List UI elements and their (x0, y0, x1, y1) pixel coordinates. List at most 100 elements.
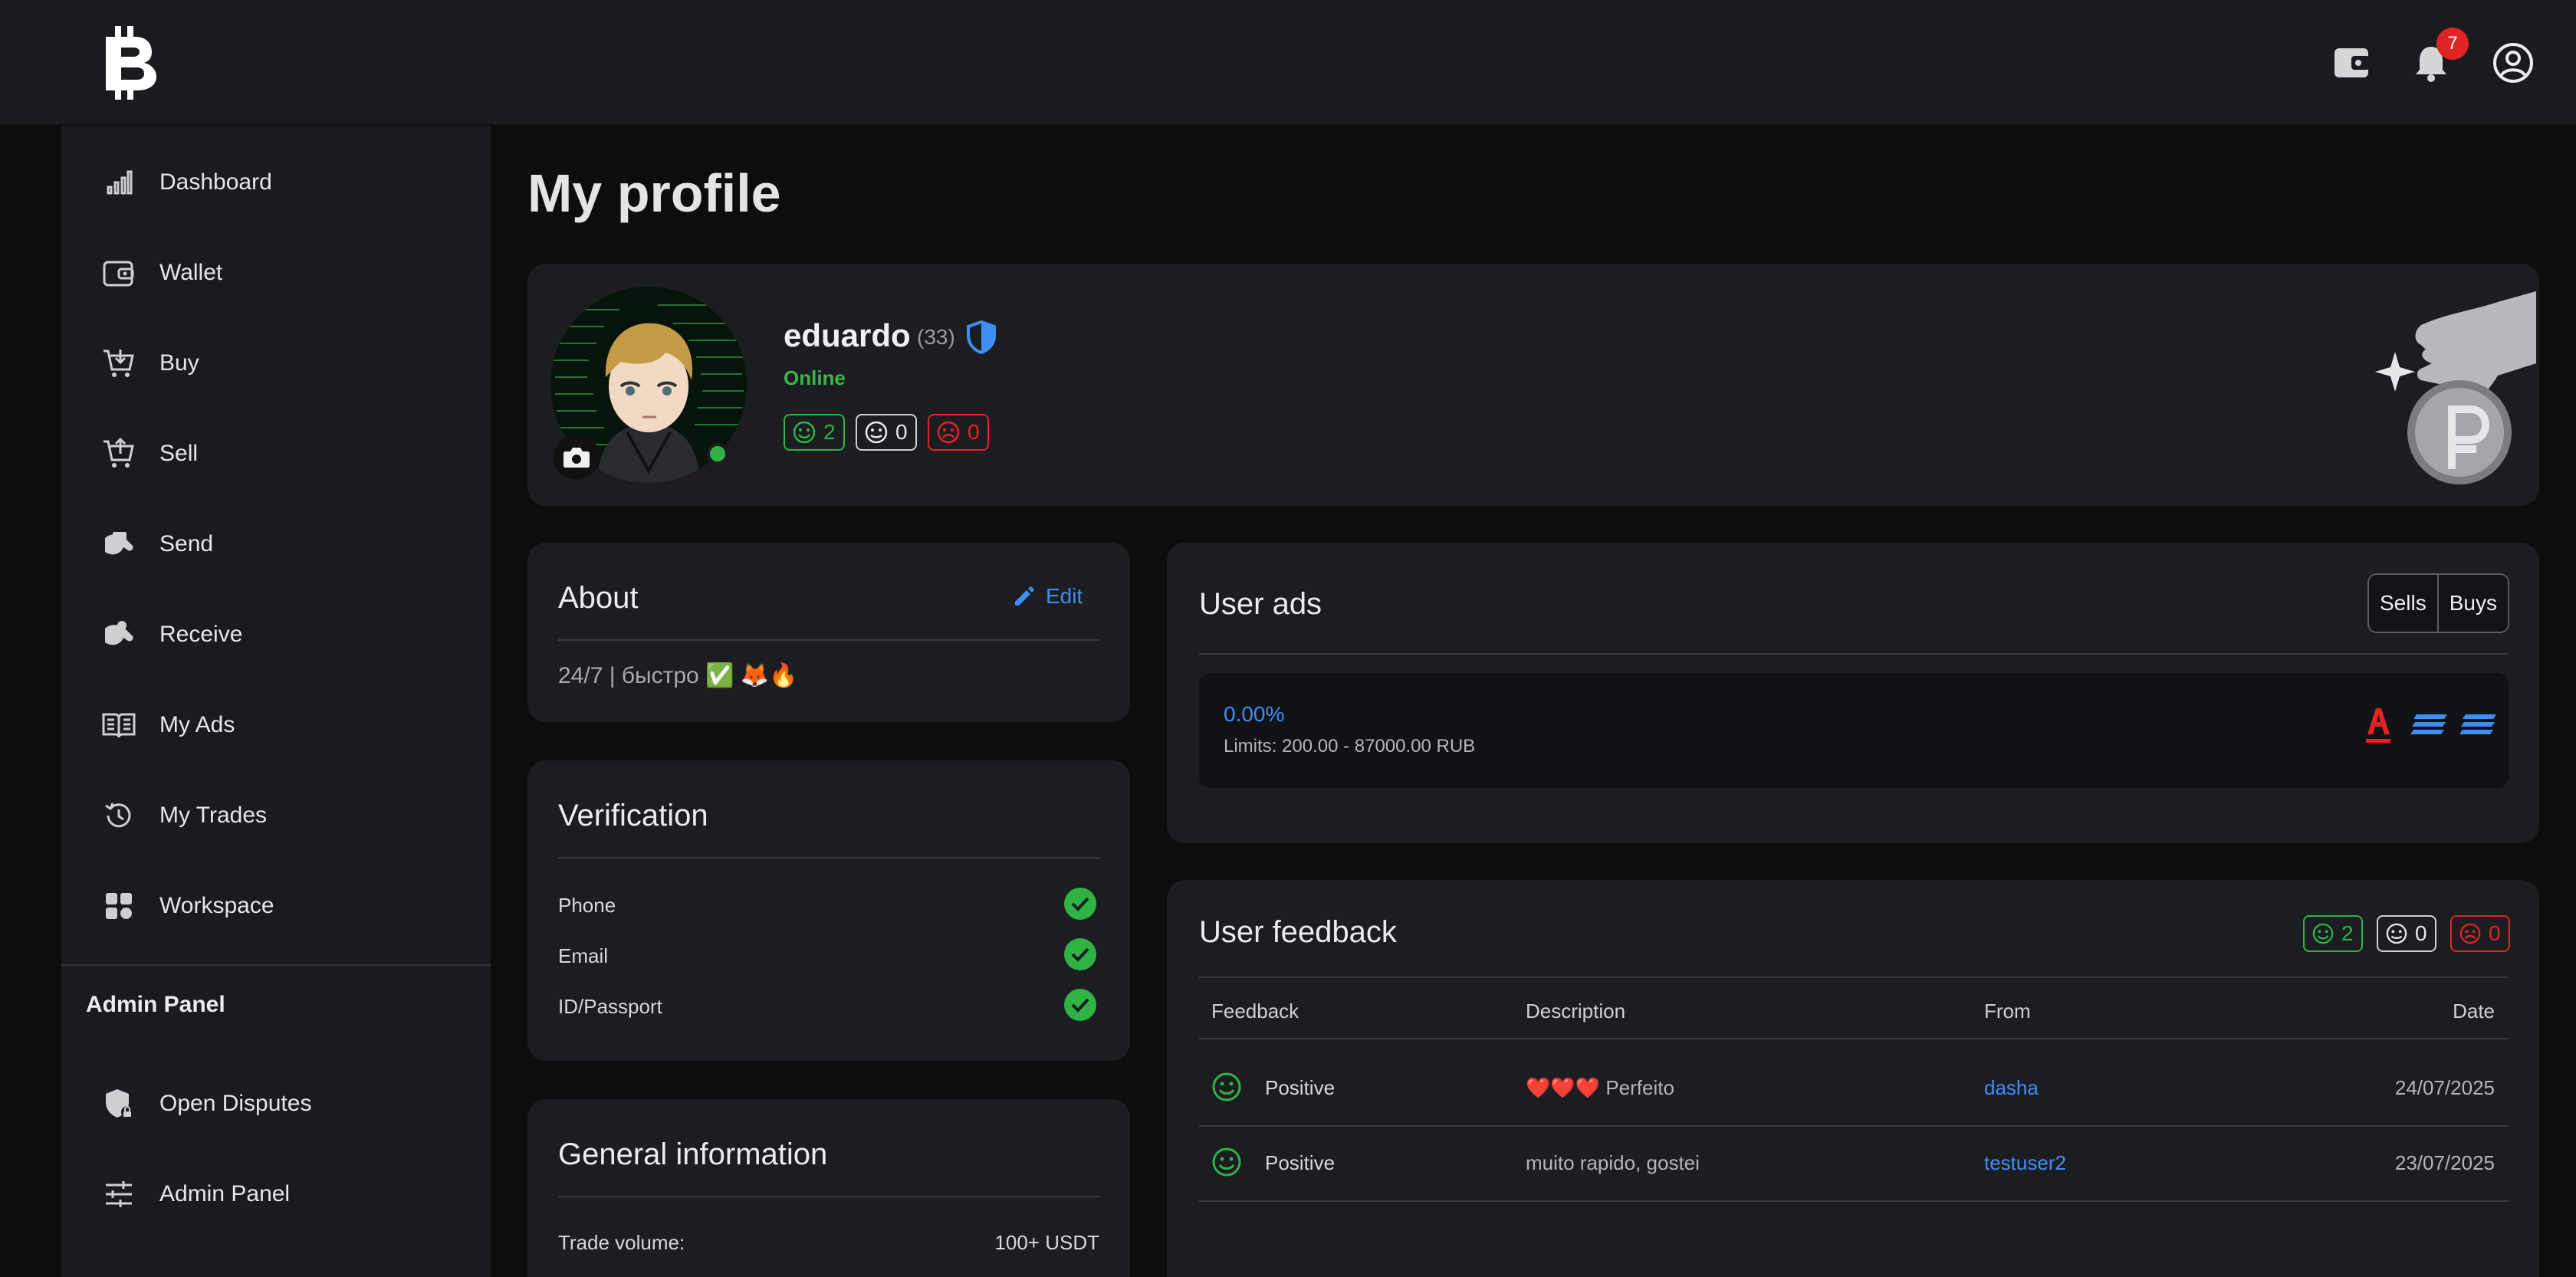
pencil-icon (1015, 586, 1034, 606)
ad-row[interactable]: 0.00% Limits: 200.00 - 87000.00 RUB (1199, 673, 2509, 788)
bar-chart-icon (100, 163, 138, 202)
sidebar-item-label: Wallet (159, 260, 223, 285)
sidebar-item-label: Open Disputes (159, 1091, 312, 1116)
user-ads-title: User ads (1199, 587, 1322, 621)
user-ads-card: User ads Sells Buys 0.00% Limits: 200.00… (1167, 543, 2539, 843)
check-icon (1064, 888, 1096, 920)
about-text: 24/7 | быстро ✅ 🦊🔥 (558, 663, 798, 688)
sidebar-item-send[interactable]: Send (61, 514, 491, 575)
sidebar-item-label: Sell (159, 441, 199, 466)
positive-rating-badge: 2 (2303, 915, 2363, 952)
check-icon (1064, 989, 1096, 1021)
receive-money-icon (100, 616, 138, 654)
general-info-card: General information Trade volume: 100+ U… (527, 1099, 1130, 1277)
sidebar-item-dashboard[interactable]: Dashboard (61, 152, 491, 213)
edit-about-button[interactable]: Edit (1012, 584, 1083, 609)
username: eduardo (784, 317, 911, 353)
feedback-type: Positive (1265, 1076, 1336, 1099)
sidebar: Dashboard Wallet Buy Sell Send Receive M… (61, 126, 491, 1277)
history-icon (100, 796, 138, 835)
sidebar-item-buy[interactable]: Buy (61, 333, 491, 394)
online-indicator (707, 443, 728, 465)
user-feedback-title: User feedback (1199, 915, 1397, 949)
tab-buys[interactable]: Buys (2436, 575, 2508, 632)
grid-icon (100, 887, 138, 925)
trade-count: (33) (917, 325, 955, 349)
verified-shield-icon (966, 320, 997, 355)
positive-rating-badge: 2 (784, 414, 845, 451)
sad-face-icon (2459, 923, 2481, 944)
notification-badge: 7 (2436, 28, 2469, 60)
neutral-rating-badge: 0 (2377, 915, 2436, 952)
sidebar-item-label: Dashboard (159, 169, 272, 195)
camera-icon[interactable] (554, 434, 600, 480)
wallet-icon[interactable] (2331, 41, 2374, 84)
sidebar-item-label: My Ads (159, 712, 235, 737)
cart-out-icon (100, 435, 138, 473)
online-status: Online (784, 366, 846, 389)
smile-icon (1211, 1072, 1242, 1102)
hand-coin-illustration (2306, 279, 2536, 501)
feedback-description: muito rapido, gostei (1526, 1151, 1700, 1174)
smile-icon (2312, 923, 2334, 944)
sidebar-item-receive[interactable]: Receive (61, 604, 491, 665)
verification-email-label: Email (558, 944, 609, 967)
column-header-from: From (1984, 1000, 2031, 1023)
verification-phone-label: Phone (558, 894, 616, 917)
feedback-date: 23/07/2025 (2394, 1151, 2495, 1174)
feedback-type: Positive (1265, 1151, 1336, 1174)
sidebar-item-open-disputes[interactable]: Open Disputes (61, 1073, 491, 1134)
sidebar-item-sell[interactable]: Sell (61, 423, 491, 484)
general-info-title: General information (558, 1137, 828, 1171)
sidebar-item-workspace[interactable]: Workspace (61, 875, 491, 937)
verification-title: Verification (558, 799, 708, 832)
user-feedback-card: User feedback 2 0 0 Feedback Description… (1167, 880, 2539, 1277)
ads-tab-group: Sells Buys (2367, 573, 2509, 633)
column-header-date: Date (2453, 1000, 2495, 1023)
smile-icon (1211, 1147, 1242, 1177)
profile-card: eduardo (33) Online 2 0 0 (527, 264, 2539, 506)
user-circle-icon[interactable] (2492, 41, 2535, 84)
book-icon (100, 706, 138, 744)
sidebar-item-label: Admin Panel (159, 1181, 291, 1206)
column-header-description: Description (1526, 1000, 1626, 1023)
about-card: About Edit 24/7 | быстро ✅ 🦊🔥 (527, 543, 1130, 722)
trade-volume-value: 100+ USDT (994, 1231, 1099, 1254)
trade-volume-label: Trade volume: (558, 1231, 685, 1254)
sidebar-item-label: Send (159, 531, 214, 556)
admin-panel-heading: Admin Panel (86, 992, 225, 1017)
sad-face-icon (937, 421, 960, 444)
sidebar-item-label: Receive (159, 622, 243, 647)
sidebar-item-my-ads[interactable]: My Ads (61, 694, 491, 756)
neutral-rating-badge: 0 (856, 414, 917, 451)
ad-limits: Limits: 200.00 - 87000.00 RUB (1224, 736, 1476, 757)
column-header-feedback: Feedback (1211, 1000, 1300, 1023)
sidebar-item-label: My Trades (159, 803, 268, 828)
feedback-from-link[interactable]: dasha (1984, 1076, 2039, 1100)
sidebar-item-wallet[interactable]: Wallet (61, 242, 491, 304)
verification-card: Verification Phone Email ID/Passport (527, 760, 1130, 1061)
sidebar-item-label: Buy (159, 350, 199, 376)
sidebar-item-admin-panel[interactable]: Admin Panel (61, 1164, 491, 1225)
wallet-icon (100, 254, 138, 292)
shield-lock-icon (100, 1085, 138, 1123)
bank-stripes-icon (2410, 711, 2449, 739)
neutral-face-icon (2386, 923, 2407, 944)
sliders-icon (100, 1175, 138, 1213)
logo-icon[interactable] (101, 23, 163, 103)
check-icon (1064, 938, 1096, 970)
tab-sells[interactable]: Sells (2369, 575, 2437, 632)
about-title: About (558, 581, 639, 615)
negative-rating-badge: 0 (2450, 915, 2510, 952)
feedback-from-link[interactable]: testuser2 (1984, 1151, 2066, 1175)
verification-id-label: ID/Passport (558, 995, 662, 1018)
bank-stripes-icon (2459, 711, 2498, 739)
ad-rate: 0.00% (1224, 702, 1285, 726)
sidebar-item-my-trades[interactable]: My Trades (61, 785, 491, 846)
sidebar-item-label: Workspace (159, 893, 274, 918)
sidebar-divider (61, 964, 491, 966)
neutral-face-icon (865, 421, 888, 444)
send-money-icon (100, 525, 138, 563)
cart-in-icon (100, 344, 138, 382)
alfa-bank-icon (2363, 704, 2400, 745)
